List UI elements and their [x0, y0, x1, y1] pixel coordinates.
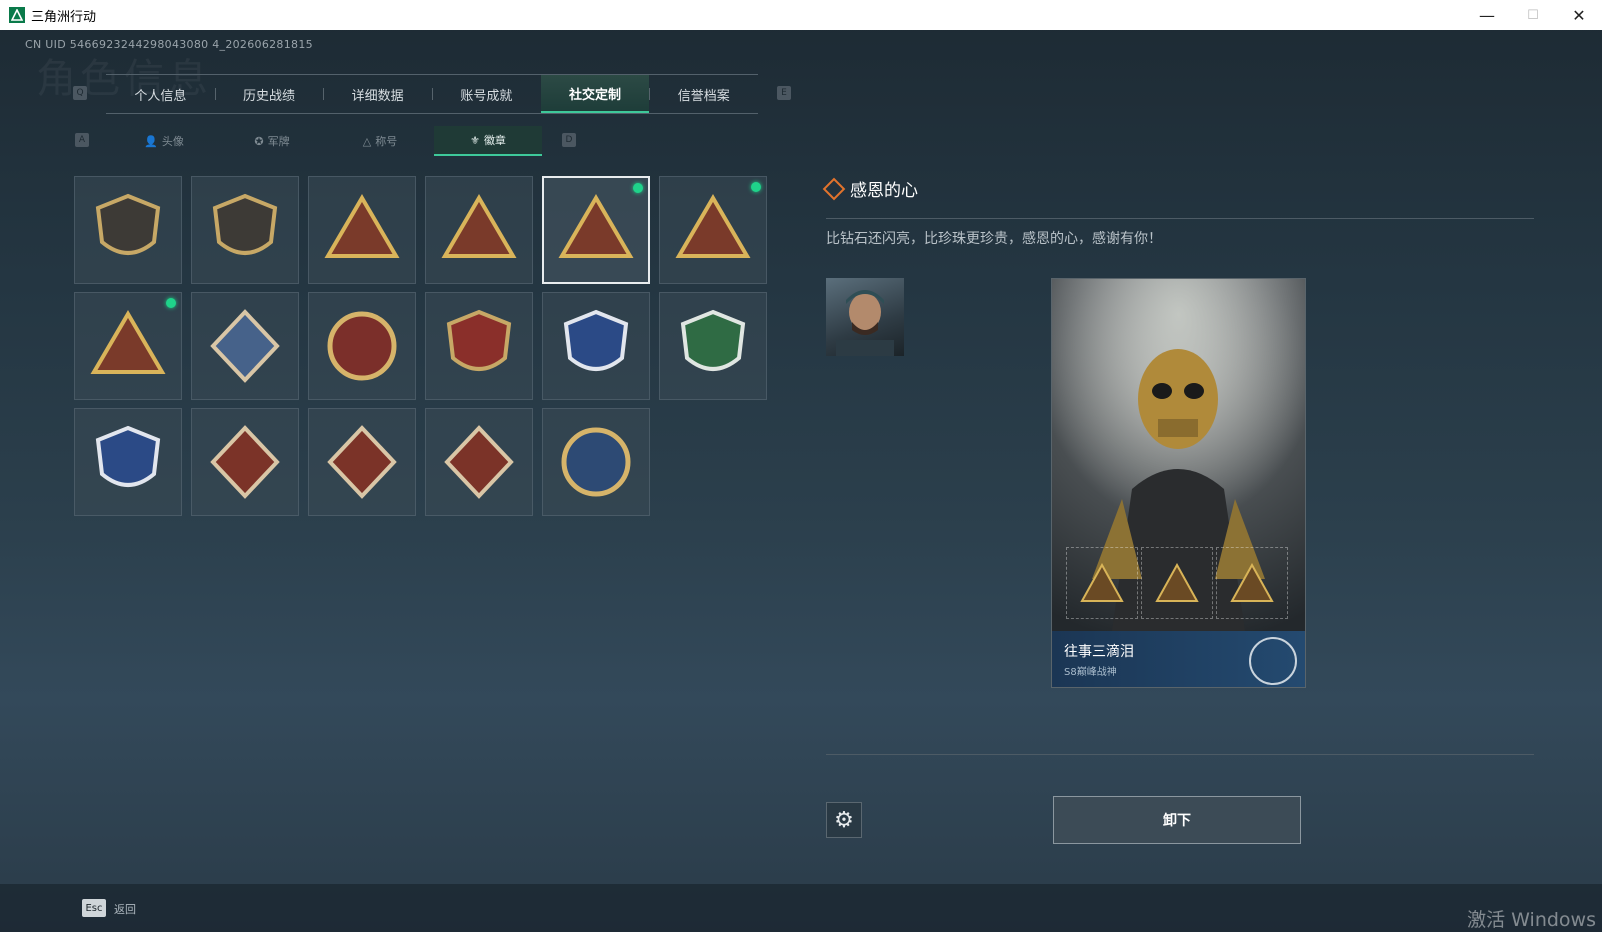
title-icon: △	[362, 134, 372, 148]
card-name: 往事三滴泪	[1064, 644, 1134, 660]
equipped-badge-slot	[1141, 547, 1213, 619]
badge-grid	[74, 176, 767, 516]
unequip-button[interactable]: 卸下	[1053, 796, 1301, 844]
divider	[826, 754, 1534, 755]
soldiers-triangle-badge	[675, 194, 751, 258]
badge-cell[interactable]	[74, 292, 182, 400]
subtab-label: 头像	[161, 135, 184, 148]
window-title: 三角洲行动	[31, 9, 97, 25]
badge-cell[interactable]	[74, 408, 182, 516]
badge-cell[interactable]	[308, 292, 416, 400]
person-icon: 👤	[144, 134, 158, 148]
back-label: 返回	[114, 903, 136, 916]
helicopter-badge	[212, 193, 278, 255]
s8-triangle-badge	[324, 194, 400, 258]
new-indicator-dot	[166, 298, 176, 308]
tab-reputation[interactable]: 信誉档案	[649, 75, 758, 113]
rocket-triangle-badge	[90, 310, 166, 374]
divider	[826, 218, 1534, 219]
badge-cell[interactable]	[191, 292, 299, 400]
badge-cell[interactable]	[659, 176, 767, 284]
badge-cell[interactable]	[542, 408, 650, 516]
subtab-label: 称号	[375, 135, 398, 148]
runner-diamond-badge	[444, 425, 514, 499]
next-tab-key-hint[interactable]: E	[777, 86, 791, 100]
wing-shield-badge	[95, 425, 161, 487]
badge-cell[interactable]	[425, 292, 533, 400]
main-tabs: 个人信息 历史战绩 详细数据 账号成就 社交定制 信誉档案	[106, 74, 758, 114]
subtab-dogtag[interactable]: ✪ 军牌	[218, 126, 326, 156]
prev-subtab-key-hint[interactable]: A	[75, 133, 89, 147]
gear-icon[interactable]: ⚙	[826, 802, 862, 838]
badge-cell[interactable]	[191, 176, 299, 284]
shield-delta-badge	[95, 193, 161, 255]
s9-winged-badge	[441, 194, 517, 258]
new-indicator-dot	[751, 182, 761, 192]
equipped-badge-slot	[1066, 547, 1138, 619]
badge-cell[interactable]	[308, 408, 416, 516]
grateful-heart-badge	[558, 194, 634, 258]
tab-profile[interactable]: 个人信息	[106, 75, 215, 113]
app-logo-icon	[9, 7, 25, 23]
wolf-diamond-badge	[210, 425, 280, 499]
minimize-button[interactable]: —	[1464, 0, 1510, 30]
operator-card: 往事三滴泪 S8巅峰战神	[1051, 278, 1306, 688]
badge-cell[interactable]	[659, 292, 767, 400]
badge-cell[interactable]	[425, 176, 533, 284]
subtab-label: 军牌	[267, 135, 290, 148]
bottom-bar	[0, 884, 1602, 932]
sub-tabs: 👤 头像 ✪ 军牌 △ 称号 ⚜ 徽章	[110, 126, 542, 156]
lynx-roundel-badge	[561, 427, 631, 497]
badge-cell[interactable]	[425, 408, 533, 516]
rank-emblem-icon	[1249, 637, 1297, 685]
diamond-icon	[822, 177, 846, 200]
dragon-diamond-badge	[327, 425, 397, 499]
subtab-label: 徽章	[483, 134, 506, 147]
next-subtab-key-hint[interactable]: D	[562, 133, 576, 147]
rank-icon: ✪	[254, 134, 264, 148]
star-roundel-badge	[327, 311, 397, 381]
diamond-shield-badge	[563, 309, 629, 371]
prev-tab-key-hint[interactable]: Q	[73, 86, 87, 100]
equipped-badge-slot	[1216, 547, 1288, 619]
new-indicator-dot	[633, 183, 643, 193]
subtab-medal[interactable]: ⚜ 徽章	[434, 126, 542, 156]
subtab-avatar[interactable]: 👤 头像	[110, 126, 218, 156]
rose-diamond-badge	[210, 309, 280, 383]
badge-name: 感恩的心	[850, 181, 918, 201]
tab-stats[interactable]: 详细数据	[323, 75, 432, 113]
card-subtitle: S8巅峰战神	[1064, 667, 1117, 678]
card-footer: 往事三滴泪 S8巅峰战神	[1052, 631, 1305, 687]
esc-key-hint[interactable]: Esc	[82, 899, 106, 917]
badge-cell[interactable]	[74, 176, 182, 284]
badge-cell[interactable]	[191, 408, 299, 516]
tab-history[interactable]: 历史战绩	[214, 75, 324, 113]
stars-shield-badge	[446, 309, 512, 371]
medal-icon: ⚜	[470, 133, 480, 147]
badge-cell[interactable]	[308, 176, 416, 284]
badge-description: 比钻石还闪亮，比珍珠更珍贵，感恩的心，感谢有你！	[826, 231, 1162, 247]
badge-cell[interactable]	[542, 176, 650, 284]
window-titlebar: 三角洲行动 — ☐ ✕	[0, 0, 1602, 30]
windows-activation-watermark: 激活 Windows	[1467, 909, 1596, 931]
tab-achievements[interactable]: 账号成就	[432, 75, 541, 113]
maximize-button[interactable]: ☐	[1510, 0, 1556, 30]
tab-social-custom[interactable]: 社交定制	[540, 75, 650, 113]
crosshair-shield-badge	[680, 309, 746, 371]
badge-detail-title: 感恩的心	[822, 176, 918, 201]
badge-cell[interactable]	[542, 292, 650, 400]
subtab-title[interactable]: △ 称号	[326, 126, 434, 156]
player-avatar	[826, 278, 904, 356]
close-button[interactable]: ✕	[1556, 0, 1602, 30]
